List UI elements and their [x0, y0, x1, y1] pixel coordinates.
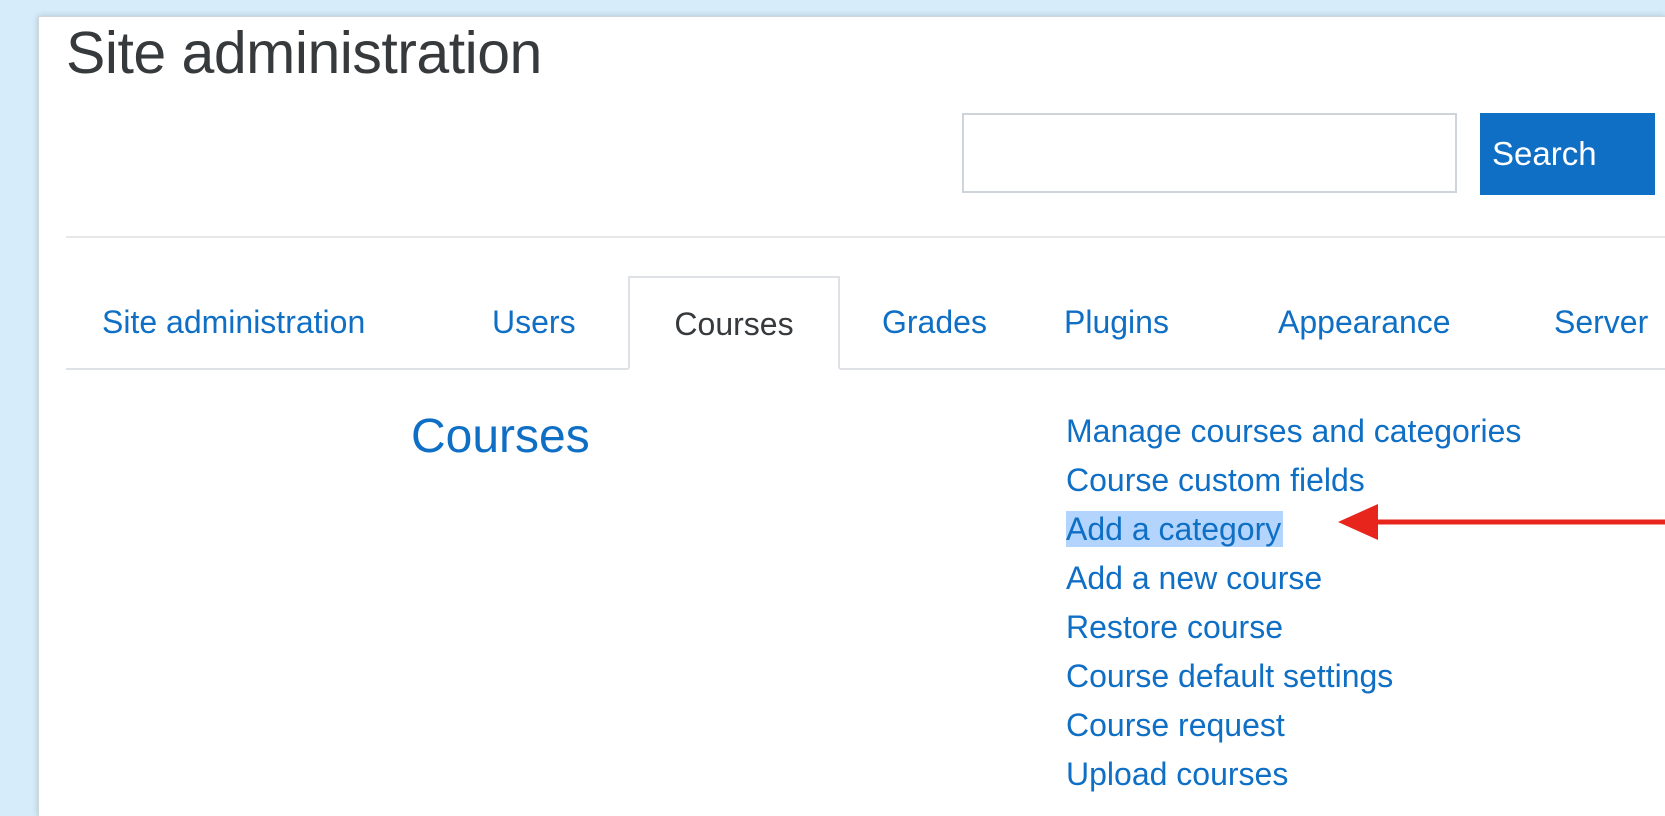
link-upload-courses[interactable]: Upload courses — [1066, 756, 1288, 792]
search-button[interactable]: Search — [1480, 113, 1655, 195]
page-title: Site administration — [66, 20, 542, 86]
courses-link-list: Manage courses and categories Course cus… — [1066, 407, 1521, 799]
header-divider — [66, 236, 1665, 238]
link-add-a-category[interactable]: Add a category — [1066, 511, 1284, 547]
tab-users[interactable]: Users — [492, 276, 576, 368]
link-manage-courses-and-categories[interactable]: Manage courses and categories — [1066, 413, 1521, 449]
arrow-head — [1338, 504, 1378, 540]
link-add-a-new-course[interactable]: Add a new course — [1066, 560, 1322, 596]
admin-tabs: Site administration Users Courses Grades… — [66, 276, 1665, 370]
list-item: Course request — [1066, 701, 1521, 750]
tab-appearance[interactable]: Appearance — [1278, 276, 1451, 368]
tab-courses[interactable]: Courses — [628, 276, 840, 370]
link-restore-course[interactable]: Restore course — [1066, 609, 1283, 645]
list-item: Manage courses and categories — [1066, 407, 1521, 456]
list-item: Add a new course — [1066, 554, 1521, 603]
link-course-default-settings[interactable]: Course default settings — [1066, 658, 1393, 694]
list-item: Restore course — [1066, 603, 1521, 652]
tab-site-administration[interactable]: Site administration — [102, 276, 365, 368]
left-arrow-icon — [1338, 504, 1665, 540]
search-input[interactable] — [962, 113, 1457, 193]
link-course-request[interactable]: Course request — [1066, 707, 1285, 743]
list-item: Course custom fields — [1066, 456, 1521, 505]
tab-grades[interactable]: Grades — [882, 276, 987, 368]
list-item: Course default settings — [1066, 652, 1521, 701]
tab-server[interactable]: Server — [1554, 276, 1648, 368]
section-heading: Courses — [411, 410, 590, 463]
list-item: Upload courses — [1066, 750, 1521, 799]
link-course-custom-fields[interactable]: Course custom fields — [1066, 462, 1365, 498]
tab-plugins[interactable]: Plugins — [1064, 276, 1169, 368]
